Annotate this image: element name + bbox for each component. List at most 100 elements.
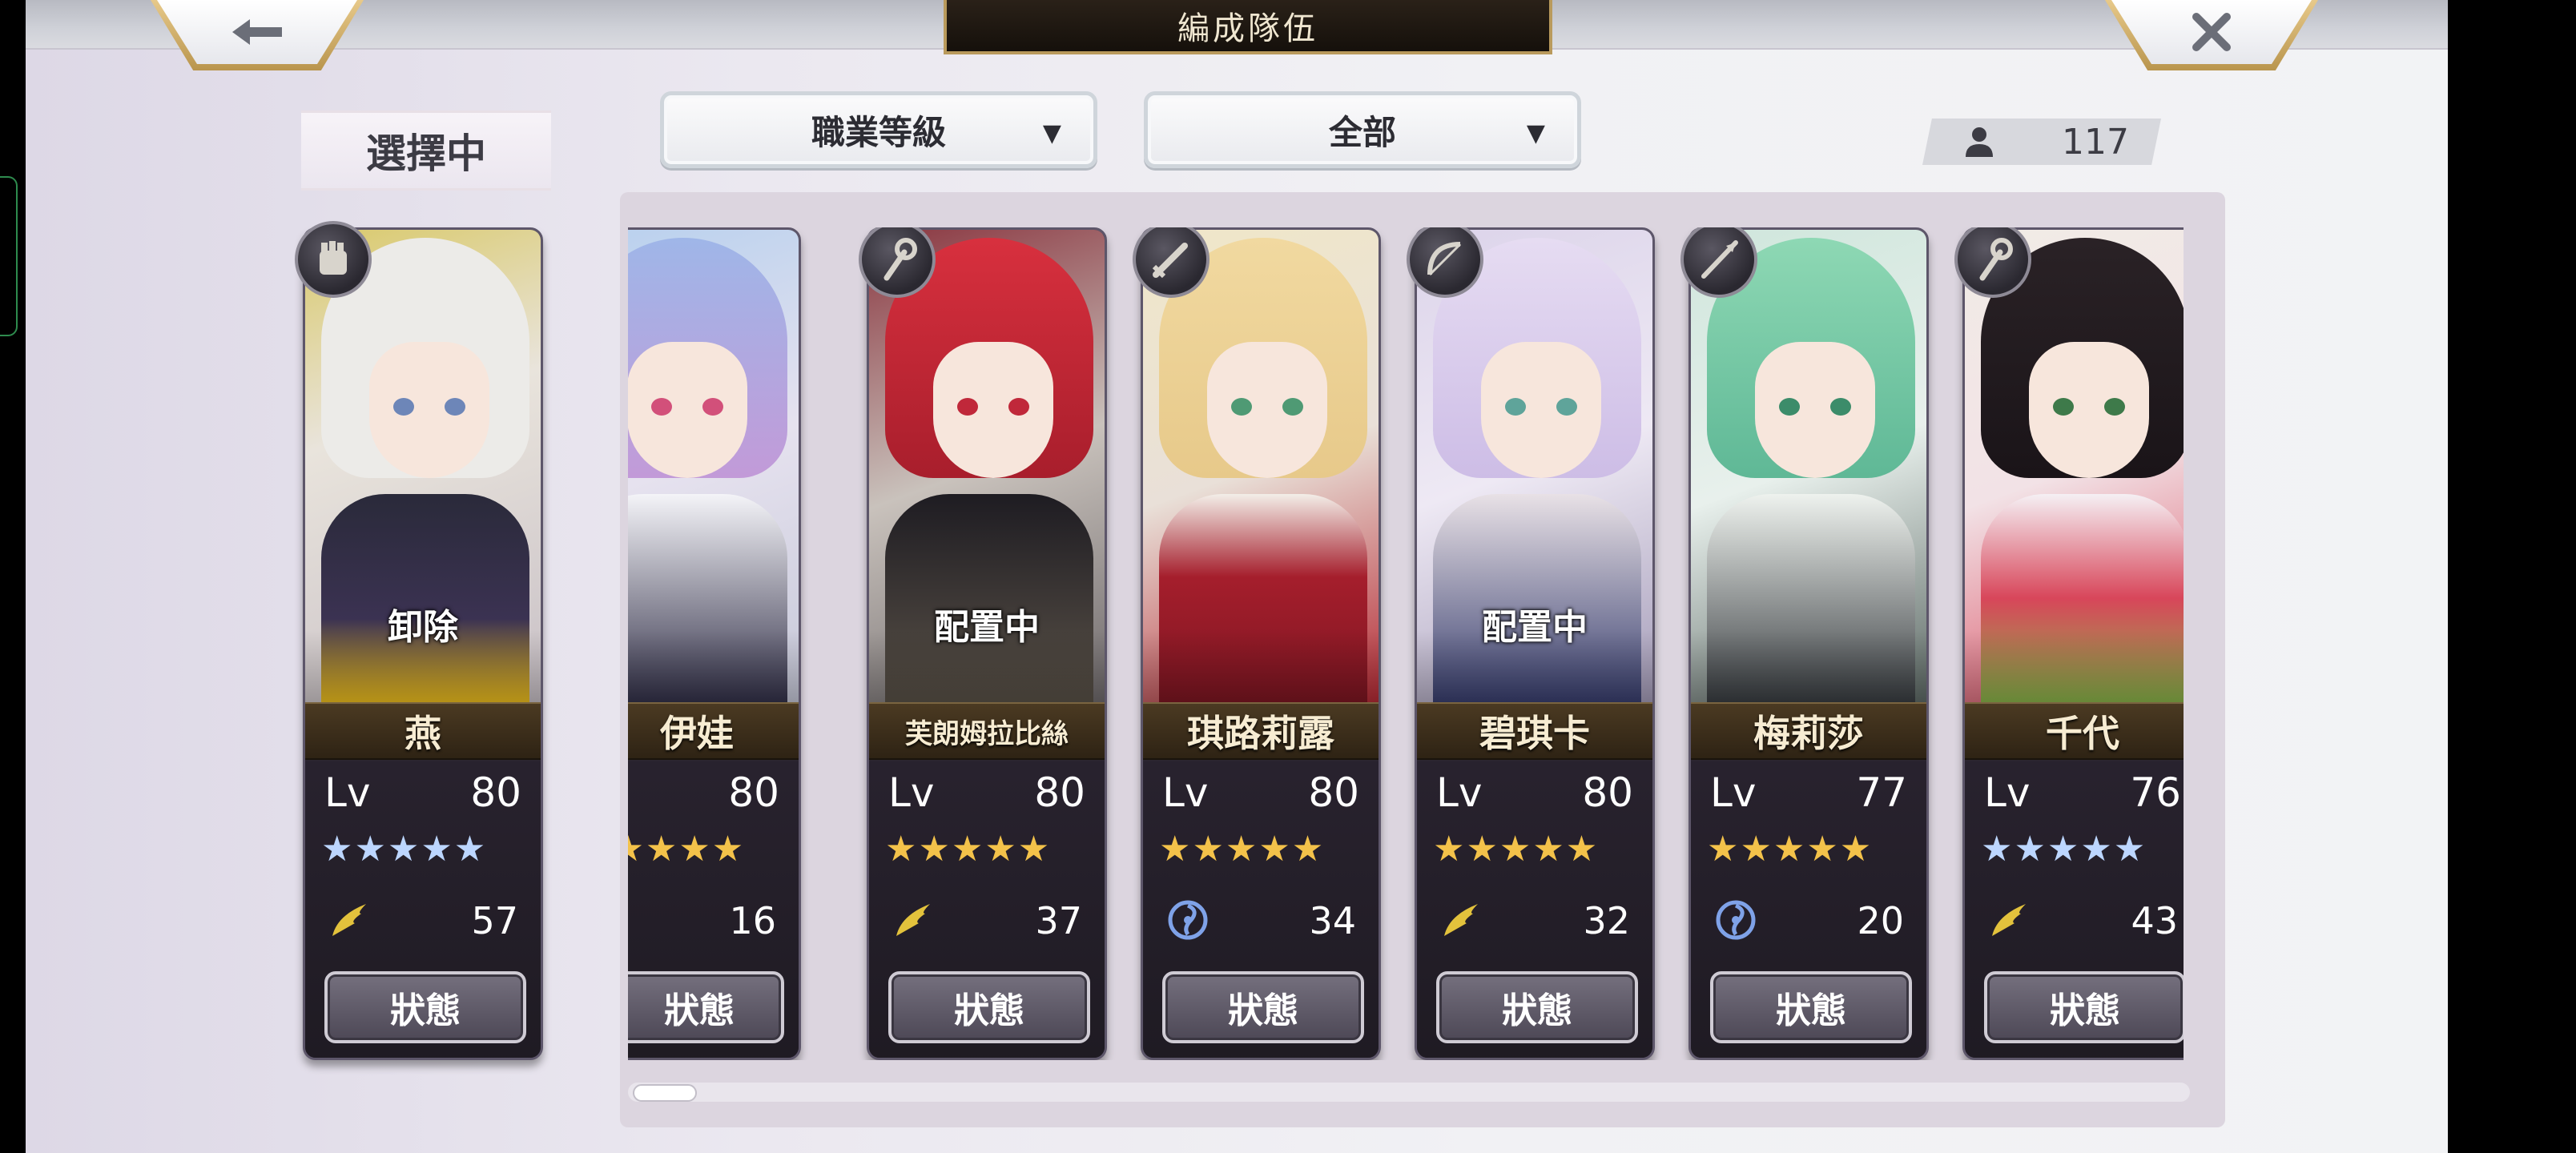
status-button-label: 狀態 [390,990,461,1031]
unit-power: 37 [1035,899,1082,942]
unit-count-box: 117 [1922,119,2161,165]
unit-portrait [1965,230,2184,702]
unit-info: Lv 80 ★★★★★ 32 狀態 [1417,761,1652,1058]
roster-card[interactable]: 伊娃 Lv 80 ★★★★★ 16 狀態 [628,227,801,1060]
roster-card[interactable]: 配置中 碧琪卡 Lv 80 ★★★★★ 32 狀態 [1415,227,1655,1060]
gauntlet-icon [295,221,372,298]
scope-filter-dropdown[interactable]: 全部 ▼ [1144,91,1581,168]
arrow-left-icon [157,0,357,64]
level-value: 80 [1034,769,1085,816]
roster-card[interactable]: 琪路莉露 Lv 80 ★★★★★ 34 狀態 [1141,227,1381,1060]
wing-icon [896,904,930,936]
unit-info: Lv 80 ★★★★★ 57 狀態 [305,761,541,1058]
level-label: Lv [1984,769,2031,816]
page-title-banner: 編成隊伍 [944,0,1552,54]
level-value: 76 [2130,769,2181,816]
swirl-icon [1716,900,1756,940]
status-button-label: 狀態 [1776,990,1846,1031]
unit-info: Lv 77 ★★★★★ 20 狀態 [1691,761,1926,1058]
unit-portrait [1143,230,1379,702]
unit-power: 34 [1309,899,1356,942]
unit-action-overlay: 配置中 [934,607,1040,648]
status-button[interactable]: 狀態 [1984,971,2184,1043]
status-button-label: 狀態 [1228,990,1298,1031]
page-title: 編成隊伍 [1177,10,1318,47]
unit-name: 千代 [2046,712,2119,755]
unit-action-overlay: 卸除 [388,607,458,648]
dropdown-arrow-icon: ▼ [1526,119,1545,147]
star-rating: ★★★★★ [885,829,1052,870]
close-button[interactable] [2105,0,2318,70]
class-level-dropdown-label: 職業等級 [811,112,946,152]
unit-power: 20 [1857,899,1904,942]
class-level-dropdown[interactable]: 職業等級 ▼ [660,91,1097,168]
status-button-label: 狀態 [1502,990,1572,1031]
level-value: 80 [1582,769,1633,816]
status-button[interactable]: 狀態 [1436,971,1638,1043]
left-edge-handle [0,176,18,336]
roster-card[interactable]: 梅莉莎 Lv 77 ★★★★★ 20 狀態 [1688,227,1929,1060]
wing-icon [1992,904,2026,936]
unit-info: Lv 80 ★★★★★ 34 狀態 [1143,761,1379,1058]
close-x-icon [2111,0,2312,64]
level-value: 77 [1856,769,1907,816]
status-button[interactable]: 狀態 [628,971,784,1043]
unit-portrait [1691,230,1926,702]
star-rating: ★★★★★ [1707,829,1874,870]
status-button-label: 狀態 [2050,990,2120,1031]
star-rating: ★★★★★ [1981,829,2147,870]
wing-icon [628,899,629,941]
status-button[interactable]: 狀態 [1162,971,1364,1043]
status-button[interactable]: 狀態 [888,971,1090,1043]
roster-card[interactable]: 千代 Lv 76 ★★★★★ 43 狀態 [1962,227,2184,1060]
scope-filter-dropdown-label: 全部 [1328,112,1396,152]
level-label: Lv [888,769,935,816]
unit-name: 梅莉莎 [1753,712,1864,755]
swirl-icon [1168,900,1208,940]
unit-power: 43 [2131,899,2178,942]
level-value: 80 [1308,769,1359,816]
star-rating: ★★★★★ [628,829,746,870]
level-label: Lv [324,769,371,816]
wing-icon [1444,904,1478,936]
unit-name-band: 琪路莉露 [1143,702,1379,760]
unit-portrait [628,230,799,702]
dropdown-arrow-icon: ▼ [1042,119,1061,147]
unit-action-overlay: 配置中 [1482,607,1588,648]
level-label: Lv [1436,769,1483,816]
unit-name-band: 梅莉莎 [1691,702,1926,760]
selected-unit-card[interactable]: 卸除 燕 Lv 80 ★★★★★ 57 狀態 [303,227,543,1060]
unit-power: 32 [1583,899,1630,942]
person-icon [1966,127,1993,157]
star-rating: ★★★★★ [1433,829,1600,870]
unit-name: 碧琪卡 [1479,712,1590,755]
unit-info: Lv 80 ★★★★★ 37 狀態 [869,761,1105,1058]
level-value: 80 [470,769,521,816]
unit-name-band: 碧琪卡 [1417,702,1652,760]
unit-name-band: 伊娃 [628,702,799,760]
unit-power: 16 [729,899,776,942]
unit-power: 57 [471,899,518,942]
unit-name: 芙朗姆拉比絲 [905,717,1069,750]
star-rating: ★★★★★ [1159,829,1326,870]
status-button[interactable]: 狀態 [324,971,526,1043]
unit-name: 琪路莉露 [1187,712,1334,755]
status-button-label: 狀態 [664,990,735,1031]
roster-card[interactable]: 配置中 芙朗姆拉比絲 Lv 80 ★★★★★ 37 狀態 [867,227,1107,1060]
star-rating: ★★★★★ [321,829,488,870]
wing-icon [332,904,366,936]
unit-name-band: 千代 [1965,702,2184,760]
scrollbar-thumb[interactable] [633,1084,697,1102]
unit-name: 燕 [405,712,441,755]
unit-info: Lv 80 ★★★★★ 16 狀態 [628,761,799,1058]
roster-list[interactable]: 伊娃 Lv 80 ★★★★★ 16 狀態 配置中 芙朗姆拉比絲 [628,227,2184,1060]
unit-name-band: 芙朗姆拉比絲 [869,702,1105,760]
unit-count-value: 117 [2062,122,2129,163]
back-button[interactable] [151,0,364,70]
unit-name: 伊娃 [660,712,734,755]
status-button[interactable]: 狀態 [1710,971,1912,1043]
selected-label: 選擇中 [301,110,551,191]
unit-name-band: 燕 [305,702,541,760]
roster-scrollbar[interactable] [628,1083,2190,1102]
status-button-label: 狀態 [954,990,1024,1031]
